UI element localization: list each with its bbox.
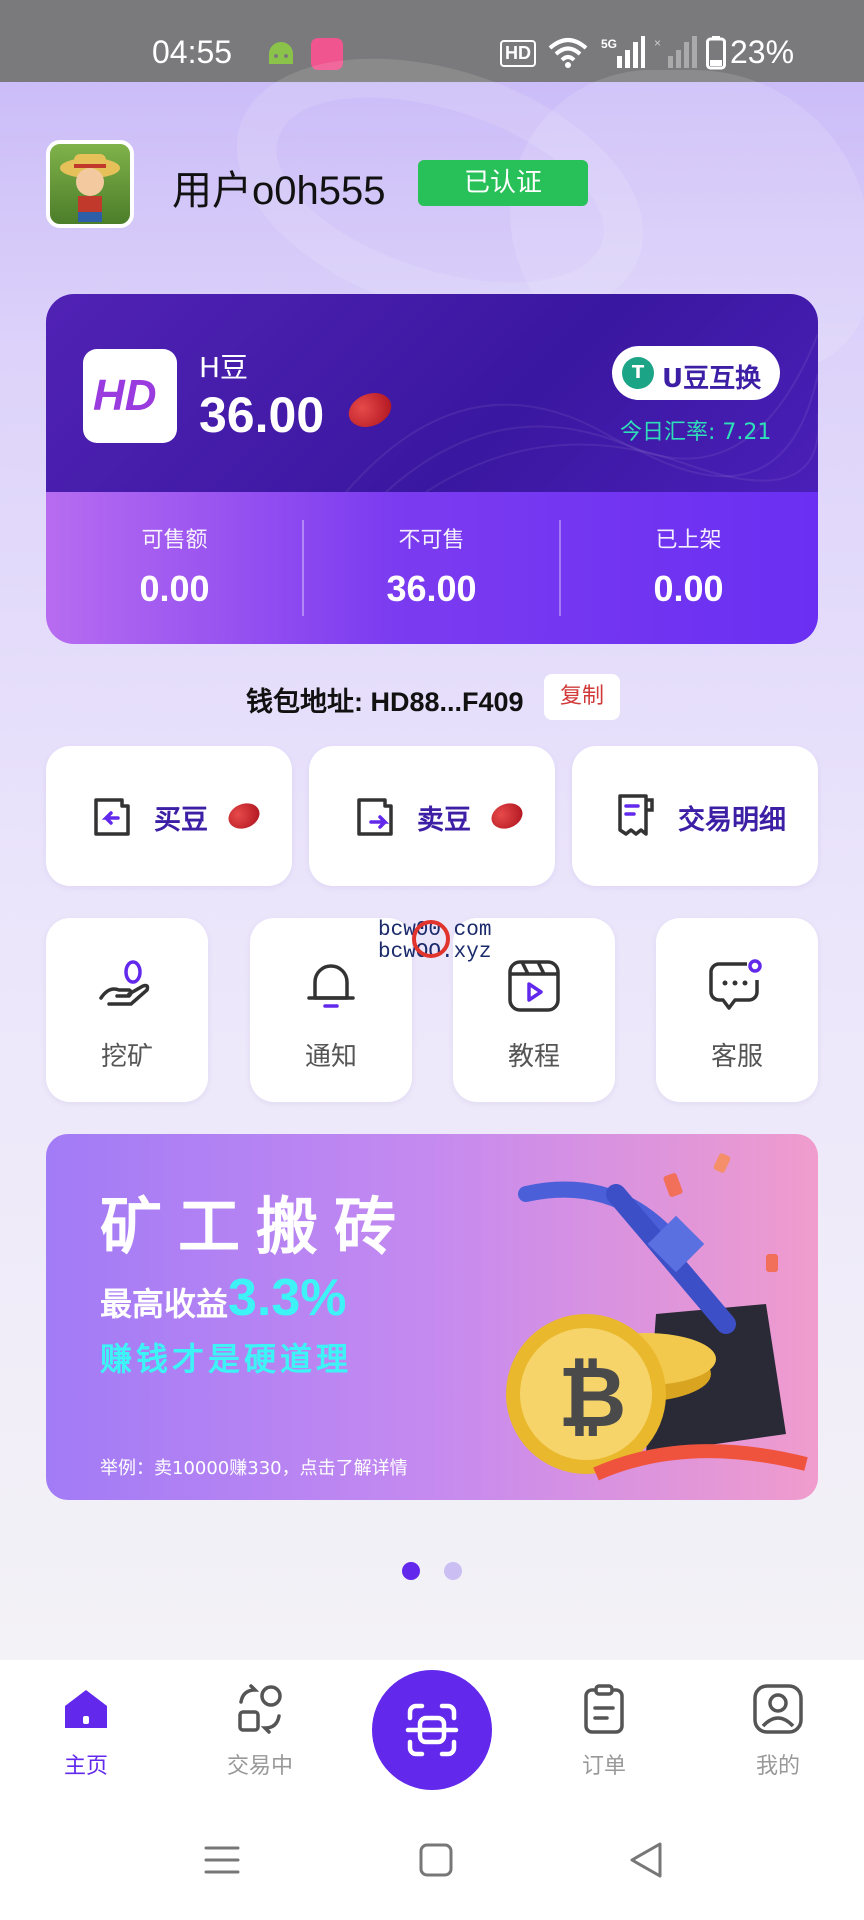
banner-yield-value: 3.3% [228,1269,347,1327]
svg-text:×: × [654,36,661,50]
stat-not-sellable: 不可售 36.00 [303,522,560,610]
tool-label: 客服 [710,1042,763,1072]
banner-note: 举例：卖10000赚330，点击了解详情 [100,1458,408,1479]
scan-icon [405,1703,459,1757]
copy-address-button[interactable]: 复制 [544,674,620,720]
nav-orders[interactable]: 订单 [534,1682,674,1780]
tool-label: 通知 [304,1042,357,1072]
receipt-icon [618,794,654,836]
tether-icon: T [622,357,654,389]
home-square-icon[interactable] [418,1842,454,1878]
carousel-dot[interactable] [444,1562,462,1580]
svg-text:5G: 5G [601,37,617,51]
signal-empty-icon: × [654,36,697,68]
balance-card-top: HD H豆 36.00 T U豆互换 今日汇率: 7.21 [46,294,818,492]
bottom-nav: 主页 交易中 订单 我的 [0,1660,864,1820]
status-time: 04:55 [152,34,233,70]
swap-button-label: U豆互换 [662,364,762,394]
nav-label: 我的 [755,1754,800,1779]
watermark: bcw00.com bcwOO.xyz [378,920,491,964]
promo-banner[interactable]: 矿工搬砖 最高收益3.3% 赚钱才是硬道理 举例：卖10000赚330，点击了解… [46,1134,818,1500]
exchange-rate: 今日汇率: 7.21 [620,420,772,445]
stat-value: 0.00 [139,568,210,609]
sell-bean-button[interactable]: 卖豆 [309,746,555,886]
coin-amount: 36.00 [199,387,325,443]
bell-icon [307,964,355,1008]
username: 用户o0h555 [172,169,386,213]
tool-customer-service[interactable]: 客服 [656,918,818,1102]
tool-label: 挖矿 [100,1042,153,1072]
wifi-icon [548,38,588,68]
system-nav-bar [0,1820,864,1920]
stat-listed: 已上架 0.00 [560,522,817,610]
avatar-image [60,154,120,222]
profile-icon [753,1684,803,1734]
tool-mining[interactable]: 挖矿 [46,918,208,1102]
wallet-out-icon [357,798,393,836]
signal-5g-icon: 5G [601,36,645,68]
video-tutorial-icon [508,960,560,1012]
stat-value: 36.00 [386,568,477,609]
battery-percent: 23% [730,34,795,70]
u-bean-swap-button[interactable]: T U豆互换 [612,346,780,400]
stat-label: 可售额 [141,528,208,553]
svg-text:₿: ₿ [558,1350,626,1444]
nav-mine[interactable]: 我的 [708,1682,848,1780]
transaction-details-button[interactable]: 交易明细 [572,746,818,886]
nav-trading[interactable]: 交易中 [190,1682,330,1780]
wallet-in-icon [94,798,130,836]
stat-sellable: 可售额 0.00 [46,522,303,610]
verified-badge: 已认证 [418,160,588,206]
buy-bean-label: 买豆 [154,805,208,836]
balance-card: HD H豆 36.00 T U豆互换 今日汇率: 7.21 可售额 0.00 不… [46,294,818,644]
stat-label: 已上架 [655,528,722,553]
clipboard-icon [584,1684,624,1734]
nav-home[interactable]: 主页 [16,1682,156,1780]
mining-icon [99,960,150,1006]
nav-label: 交易中 [226,1754,293,1779]
watermark-ring [412,920,450,958]
carousel-dot-active[interactable] [402,1562,420,1580]
wallet-address: 钱包地址: HD88...F409 [246,687,524,717]
hd-logo-icon: HD [83,349,177,443]
sell-bean-label: 卖豆 [417,805,471,836]
stat-label: 不可售 [398,528,465,553]
bean-icon [224,798,264,834]
nav-label: 订单 [581,1754,626,1779]
battery-icon [706,36,726,70]
coin-name: H豆 [199,351,249,384]
avatar[interactable] [46,140,134,228]
bean-icon [487,798,527,834]
banner-yield: 最高收益3.3% [100,1268,347,1328]
back-icon[interactable] [628,1840,664,1880]
home-icon [65,1690,107,1728]
buy-bean-button[interactable]: 买豆 [46,746,292,886]
wallet-address-row: 钱包地址: HD88...F409 复制 [0,672,864,722]
bitcoin-pickaxe-illustration: ₿ [506,1153,808,1481]
banner-title: 矿工搬砖 [100,1190,413,1263]
exchange-icon [238,1684,282,1734]
banner-slogan: 赚钱才是硬道理 [100,1340,353,1378]
tool-label: 教程 [507,1042,560,1072]
android-icon [269,42,293,64]
nav-label: 主页 [63,1754,108,1779]
transaction-details-label: 交易明细 [678,805,786,836]
menu-icon[interactable] [204,1842,240,1878]
scan-button[interactable] [372,1670,492,1790]
stat-value: 0.00 [653,568,724,609]
balance-stats: 可售额 0.00 不可售 36.00 已上架 0.00 [46,492,818,644]
banner-yield-prefix: 最高收益 [100,1285,229,1323]
chat-support-icon [709,959,762,1010]
hd-voice-icon: HD [500,40,536,67]
